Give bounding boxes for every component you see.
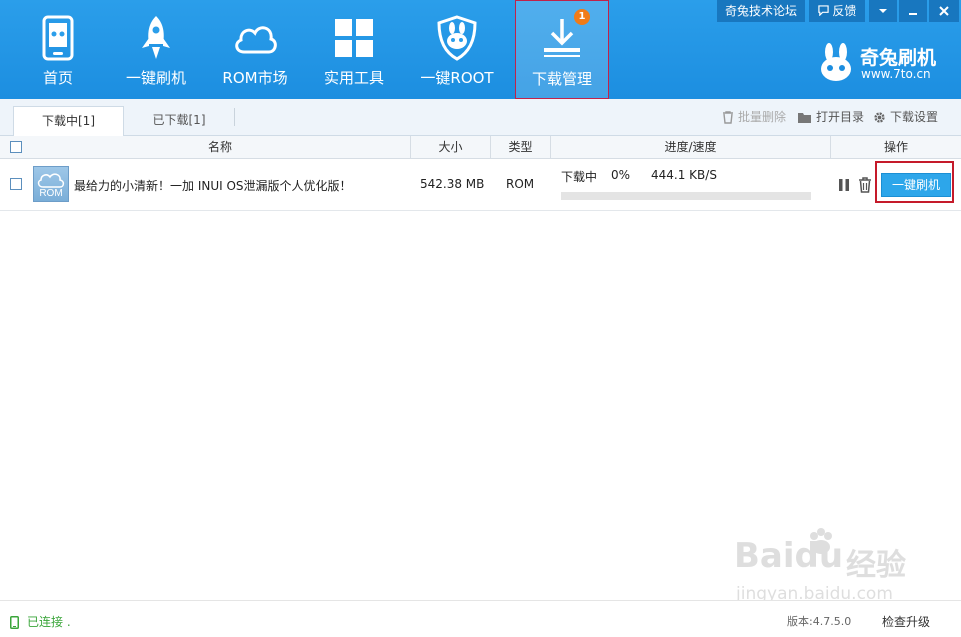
download-settings-label: 下载设置 (890, 110, 939, 124)
cloud-icon (37, 173, 65, 188)
table-header: 名称 大小 类型 进度/速度 操作 (0, 136, 961, 159)
gear-icon (874, 112, 885, 123)
open-directory-button[interactable]: 打开目录 (797, 108, 864, 126)
rom-size: 542.38 MB (420, 177, 485, 191)
open-directory-label: 打开目录 (816, 110, 865, 124)
minimize-icon (909, 13, 917, 15)
brand-name: 奇兔刷机 (860, 47, 937, 69)
table-row[interactable]: ROM 最给力的小清新！一加 INUI OS泄漏版个人优化版！ 542.38 M… (0, 159, 961, 211)
paw-icon (810, 528, 832, 554)
nav-one-click-flash[interactable]: 一键刷机 (110, 0, 202, 99)
tab-divider (234, 108, 235, 126)
column-size[interactable]: 大小 (411, 136, 490, 159)
rabbit-logo-icon (821, 43, 851, 81)
download-count-badge: 1 (574, 9, 590, 25)
nav-rom-market-label: ROM市场 (222, 69, 288, 87)
rom-name: 最给力的小清新！一加 INUI OS泄漏版个人优化版！ (74, 179, 352, 193)
column-name[interactable]: 名称 (30, 136, 410, 159)
nav-download-manager[interactable]: 1 下载管理 (515, 0, 609, 99)
tab-downloading-label: 下载中[1] (42, 114, 95, 128)
forum-link[interactable]: 奇兔技术论坛 (717, 0, 805, 22)
forum-link-label: 奇兔技术论坛 (724, 4, 797, 18)
chat-icon (817, 5, 829, 17)
nav-one-click-root[interactable]: 一键ROOT (411, 0, 503, 99)
column-progress[interactable]: 进度/速度 (551, 136, 830, 159)
rom-thumbnail-label: ROM (39, 188, 63, 199)
trash-icon (723, 111, 733, 124)
download-progress-bar (561, 192, 811, 200)
column-action: 操作 (883, 140, 908, 154)
batch-delete-label: 批量删除 (738, 110, 787, 124)
shield-icon (437, 15, 477, 61)
nav-tools-label: 实用工具 (323, 69, 384, 87)
feedback-button[interactable]: 反馈 (809, 0, 865, 22)
row-checkbox[interactable] (10, 178, 22, 190)
rom-thumbnail: ROM (33, 166, 69, 202)
nav-download-manager-label: 下载管理 (531, 70, 592, 88)
pause-icon[interactable] (837, 177, 851, 193)
app-header: 首页 一键刷机 ROM市场 实用工具 一键ROOT 1 下载管理 奇兔技术论坛 … (0, 0, 961, 99)
delete-icon[interactable] (858, 177, 872, 193)
download-percent: 0% (611, 168, 631, 182)
download-status: 下载中 (561, 170, 598, 184)
tab-downloading[interactable]: 下载中[1] (13, 106, 124, 136)
rom-type: ROM (506, 177, 535, 191)
cloud-icon (235, 26, 277, 54)
folder-icon (798, 113, 811, 123)
check-upgrade-link[interactable]: 检查升级 (882, 613, 930, 630)
download-speed: 444.1 KB/S (651, 168, 717, 182)
download-settings-button[interactable]: 下载设置 (873, 108, 938, 126)
grid-icon (335, 19, 373, 57)
phone-icon (42, 15, 74, 61)
chevron-down-icon (879, 9, 887, 13)
nav-home[interactable]: 首页 (12, 0, 104, 99)
nav-one-click-root-label: 一键ROOT (420, 69, 494, 87)
tab-downloaded-label: 已下载[1] (152, 113, 206, 127)
close-icon (939, 6, 949, 16)
connection-status: 已连接 . (10, 613, 71, 630)
column-type[interactable]: 类型 (491, 136, 550, 159)
rocket-icon (142, 16, 170, 59)
version-label: 版本:4.7.5.0 (787, 615, 852, 628)
status-bar: 已连接 . 版本:4.7.5.0 检查升级 (0, 600, 961, 637)
feedback-label: 反馈 (832, 4, 857, 18)
one-click-flash-button[interactable]: 一键刷机 (881, 173, 951, 197)
nav-one-click-flash-label: 一键刷机 (125, 69, 186, 87)
menu-dropdown-button[interactable] (869, 0, 897, 22)
nav-rom-market[interactable]: ROM市场 (209, 0, 301, 99)
nav-tools[interactable]: 实用工具 (308, 0, 400, 99)
connection-status-label: 已连接 . (27, 615, 71, 629)
phone-icon (10, 616, 19, 629)
nav-home-label: 首页 (42, 69, 73, 87)
batch-delete-button[interactable]: 批量删除 (722, 108, 786, 126)
brand-url: www.7to.cn (861, 67, 931, 81)
tab-downloaded[interactable]: 已下载[1] (124, 106, 234, 136)
select-all-checkbox[interactable] (10, 141, 22, 153)
minimize-button[interactable] (899, 0, 927, 22)
close-button[interactable] (929, 0, 959, 22)
watermark-brand-cn: 经验 (846, 548, 906, 583)
